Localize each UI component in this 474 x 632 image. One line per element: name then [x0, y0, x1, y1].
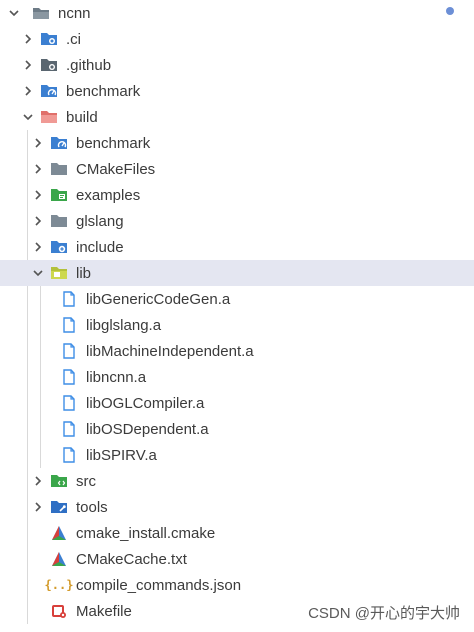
- chevron-right-icon[interactable]: [30, 187, 46, 203]
- tree-label: cmake_install.cmake: [76, 524, 216, 542]
- tree-label: benchmark: [76, 134, 151, 152]
- folder-github-icon: [40, 57, 58, 73]
- tree-label: examples: [76, 186, 141, 204]
- tree-item-ci[interactable]: .ci: [0, 26, 474, 52]
- tree-item-compile-commands[interactable]: {..} compile_commands.json: [0, 572, 474, 598]
- tree-label: compile_commands.json: [76, 576, 242, 594]
- tree-item-glslang[interactable]: glslang: [0, 208, 474, 234]
- folder-icon: [50, 213, 68, 229]
- tree-item-examples[interactable]: examples: [0, 182, 474, 208]
- tree-item-include[interactable]: include: [0, 234, 474, 260]
- folder-lib-open-icon: [50, 265, 68, 281]
- file-icon: [60, 343, 78, 359]
- tree-item-lib[interactable]: lib: [0, 260, 474, 286]
- tree-label: .ci: [66, 30, 81, 48]
- tree-item-github[interactable]: .github: [0, 52, 474, 78]
- tree-label: ncnn: [58, 4, 91, 22]
- tree-item-file[interactable]: libGenericCodeGen.a: [0, 286, 474, 312]
- file-icon: [60, 421, 78, 437]
- chevron-right-icon[interactable]: [30, 213, 46, 229]
- file-icon: [60, 291, 78, 307]
- tree-label: .github: [66, 56, 112, 74]
- tree-item-file[interactable]: libMachineIndependent.a: [0, 338, 474, 364]
- chevron-right-icon[interactable]: [20, 57, 36, 73]
- file-explorer-tree: ncnn .ci .github benchmark build benchma…: [0, 0, 474, 632]
- tree-label: build: [66, 108, 98, 126]
- tree-label: include: [76, 238, 124, 256]
- chevron-down-icon[interactable]: [6, 5, 22, 21]
- chevron-right-icon[interactable]: [30, 161, 46, 177]
- tree-item-build-benchmark[interactable]: benchmark: [0, 130, 474, 156]
- tree-item-src[interactable]: src: [0, 468, 474, 494]
- file-icon: [60, 369, 78, 385]
- folder-ci-icon: [40, 31, 58, 47]
- tree-item-tools[interactable]: tools: [0, 494, 474, 520]
- tree-label: libSPIRV.a: [86, 446, 157, 464]
- folder-benchmark-icon: [40, 83, 58, 99]
- root-folder-ncnn[interactable]: ncnn: [0, 0, 474, 26]
- file-icon: [60, 447, 78, 463]
- tree-label: lib: [76, 264, 92, 282]
- tree-label: libOGLCompiler.a: [86, 394, 205, 412]
- chevron-right-icon[interactable]: [30, 473, 46, 489]
- tree-label: src: [76, 472, 96, 490]
- folder-icon: [50, 161, 68, 177]
- tree-label: libOSDependent.a: [86, 420, 209, 438]
- watermark: CSDN @开心的宇大帅: [308, 605, 460, 622]
- makefile-icon: [50, 603, 68, 619]
- tree-label: libncnn.a: [86, 368, 147, 386]
- folder-src-icon: [50, 473, 68, 489]
- tree-label: glslang: [76, 212, 124, 230]
- folder-examples-icon: [50, 187, 68, 203]
- tree-item-cmakefiles[interactable]: CMakeFiles: [0, 156, 474, 182]
- tree-label: CMakeFiles: [76, 160, 156, 178]
- json-icon: {..}: [44, 578, 74, 592]
- file-icon: [60, 317, 78, 333]
- chevron-right-icon[interactable]: [30, 239, 46, 255]
- tree-label: Makefile: [76, 602, 132, 620]
- tree-item-cmakecache[interactable]: CMakeCache.txt: [0, 546, 474, 572]
- chevron-down-icon[interactable]: [30, 265, 46, 281]
- tree-label: libMachineIndependent.a: [86, 342, 254, 360]
- tree-label: tools: [76, 498, 108, 516]
- tree-item-cmake-install[interactable]: cmake_install.cmake: [0, 520, 474, 546]
- tree-item-benchmark[interactable]: benchmark: [0, 78, 474, 104]
- tree-item-file[interactable]: libglslang.a: [0, 312, 474, 338]
- chevron-right-icon[interactable]: [20, 31, 36, 47]
- tree-label: libglslang.a: [86, 316, 162, 334]
- tree-item-file[interactable]: libOSDependent.a: [0, 416, 474, 442]
- chevron-right-icon[interactable]: [30, 499, 46, 515]
- folder-tools-icon: [50, 499, 68, 515]
- folder-build-open-icon: [40, 109, 58, 125]
- tree-label: libGenericCodeGen.a: [86, 290, 231, 308]
- folder-benchmark-icon: [50, 135, 68, 151]
- cmake-icon: [50, 525, 68, 541]
- chevron-right-icon[interactable]: [30, 135, 46, 151]
- folder-open-icon: [32, 5, 50, 21]
- tree-item-build[interactable]: build: [0, 104, 474, 130]
- folder-include-icon: [50, 239, 68, 255]
- tree-item-file[interactable]: libSPIRV.a: [0, 442, 474, 468]
- tree-label: benchmark: [66, 82, 141, 100]
- file-icon: [60, 395, 78, 411]
- tree-item-file[interactable]: libOGLCompiler.a: [0, 390, 474, 416]
- chevron-down-icon[interactable]: [20, 109, 36, 125]
- cmake-icon: [50, 551, 68, 567]
- tree-item-file[interactable]: libncnn.a: [0, 364, 474, 390]
- tree-label: CMakeCache.txt: [76, 550, 187, 568]
- chevron-right-icon[interactable]: [20, 83, 36, 99]
- modified-dot-icon: [446, 7, 454, 15]
